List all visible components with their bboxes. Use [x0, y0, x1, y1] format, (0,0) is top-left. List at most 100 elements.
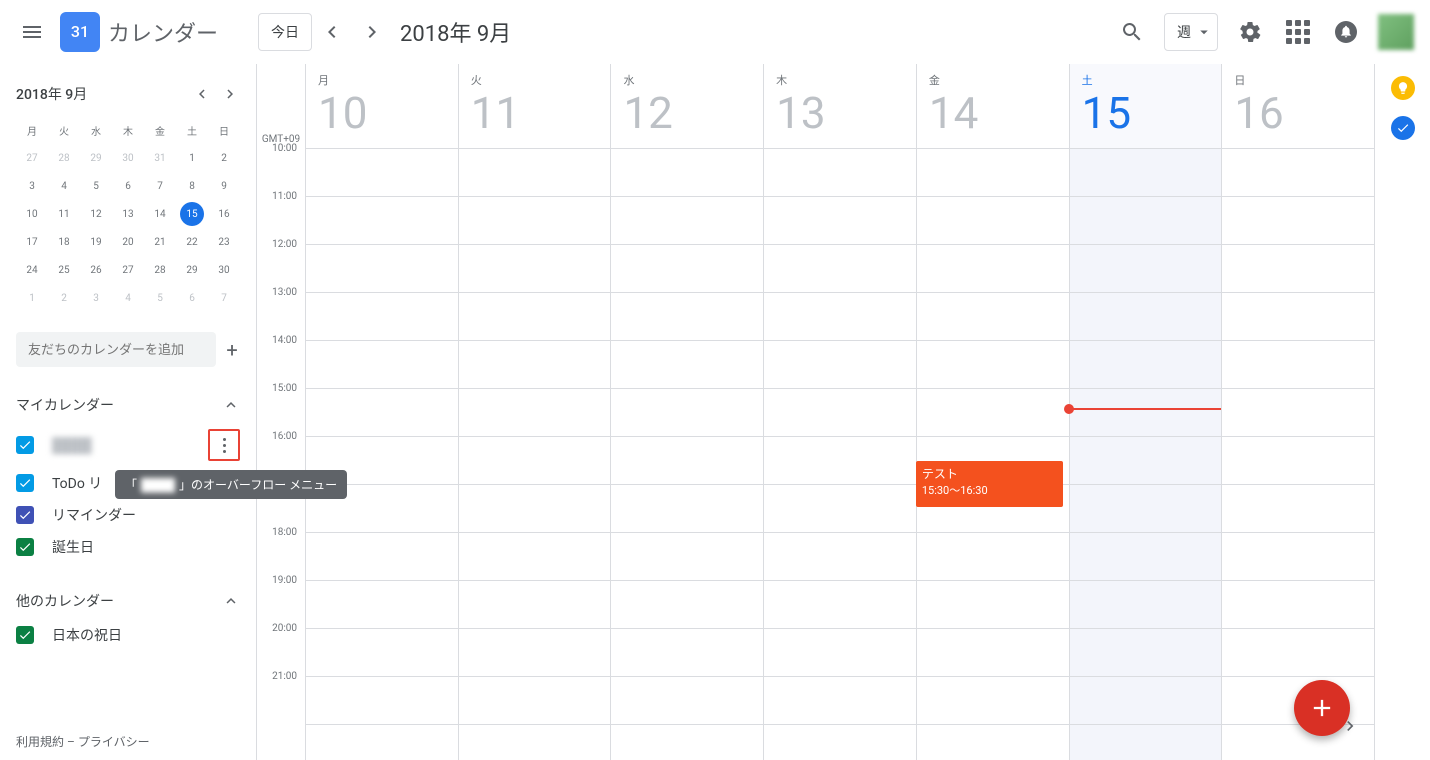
calendar-grid-cell[interactable] — [610, 725, 763, 760]
calendar-grid-cell[interactable] — [1069, 149, 1222, 196]
calendar-grid-cell[interactable] — [916, 149, 1069, 196]
calendar-grid-cell[interactable] — [305, 725, 458, 760]
calendar-grid-cell[interactable] — [763, 677, 916, 724]
mini-calendar-day[interactable]: 6 — [112, 172, 144, 200]
calendar-checkbox[interactable] — [16, 626, 34, 644]
calendar-grid-cell[interactable] — [916, 245, 1069, 292]
calendar-grid-cell[interactable] — [1221, 389, 1374, 436]
mini-calendar-day[interactable]: 19 — [80, 228, 112, 256]
calendar-grid-cell[interactable] — [916, 725, 1069, 760]
mini-calendar-day[interactable]: 1 — [16, 284, 48, 312]
mini-calendar-day[interactable]: 6 — [176, 284, 208, 312]
calendar-list-item[interactable]: 日本の祝日 — [16, 619, 256, 651]
calendar-grid-cell[interactable] — [916, 341, 1069, 388]
mini-calendar-day[interactable]: 5 — [144, 284, 176, 312]
calendar-event[interactable]: テスト15:30～16:30 — [916, 461, 1063, 507]
calendar-checkbox[interactable] — [16, 436, 34, 454]
calendar-grid-cell[interactable] — [1069, 197, 1222, 244]
day-column-header[interactable]: 日16 — [1221, 64, 1374, 148]
mini-calendar-day[interactable]: 27 — [112, 256, 144, 284]
calendar-grid-cell[interactable] — [610, 677, 763, 724]
calendar-grid-cell[interactable] — [763, 389, 916, 436]
mini-calendar-day[interactable]: 18 — [48, 228, 80, 256]
calendar-grid-cell[interactable] — [458, 485, 611, 532]
calendar-grid-cell[interactable] — [1069, 485, 1222, 532]
mini-calendar-prev-button[interactable] — [188, 80, 216, 108]
my-calendars-section-header[interactable]: マイカレンダー — [16, 387, 256, 423]
search-button[interactable] — [1108, 8, 1156, 56]
mini-calendar-day[interactable]: 25 — [48, 256, 80, 284]
calendar-grid-cell[interactable] — [458, 341, 611, 388]
mini-calendar-day[interactable]: 2 — [48, 284, 80, 312]
mini-calendar-day[interactable]: 20 — [112, 228, 144, 256]
mini-calendar-day[interactable]: 3 — [80, 284, 112, 312]
calendar-grid-cell[interactable] — [1221, 629, 1374, 676]
calendar-grid-cell[interactable] — [458, 293, 611, 340]
calendar-grid-cell[interactable] — [763, 725, 916, 760]
prev-period-button[interactable] — [312, 12, 352, 52]
calendar-grid-cell[interactable] — [916, 533, 1069, 580]
calendar-grid-cell[interactable] — [1069, 629, 1222, 676]
calendar-grid-cell[interactable] — [763, 581, 916, 628]
calendar-list-item[interactable]: ████ — [16, 423, 256, 467]
calendar-grid-cell[interactable] — [1069, 341, 1222, 388]
mini-calendar-day[interactable]: 30 — [112, 144, 144, 172]
mini-calendar-day[interactable]: 14 — [144, 200, 176, 228]
calendar-grid-cell[interactable] — [916, 629, 1069, 676]
calendar-grid-cell[interactable] — [610, 485, 763, 532]
calendar-grid-cell[interactable] — [305, 341, 458, 388]
mini-calendar-day[interactable]: 24 — [16, 256, 48, 284]
next-period-button[interactable] — [352, 12, 392, 52]
calendar-grid-cell[interactable] — [1221, 533, 1374, 580]
calendar-grid-cell[interactable] — [458, 629, 611, 676]
calendar-grid-cell[interactable] — [458, 389, 611, 436]
mini-calendar-day[interactable]: 13 — [112, 200, 144, 228]
mini-calendar-day[interactable]: 8 — [176, 172, 208, 200]
calendar-grid-cell[interactable] — [305, 149, 458, 196]
calendar-grid-cell[interactable] — [305, 389, 458, 436]
mini-calendar-day[interactable]: 31 — [144, 144, 176, 172]
day-column-header[interactable]: 土15 — [1069, 64, 1222, 148]
calendar-grid-cell[interactable] — [610, 533, 763, 580]
add-friend-calendar-input[interactable] — [16, 332, 216, 367]
tasks-addon-icon[interactable] — [1391, 116, 1415, 140]
day-column-header[interactable]: 金14 — [916, 64, 1069, 148]
mini-calendar-day[interactable]: 10 — [16, 200, 48, 228]
calendar-grid-cell[interactable] — [610, 293, 763, 340]
calendar-grid-cell[interactable] — [916, 197, 1069, 244]
today-button[interactable]: 今日 — [258, 13, 312, 51]
calendar-grid-cell[interactable] — [610, 389, 763, 436]
calendar-grid-cell[interactable] — [916, 293, 1069, 340]
mini-calendar-day[interactable]: 9 — [208, 172, 240, 200]
footer-links[interactable]: 利用規約 – プライバシー — [16, 733, 150, 750]
calendar-grid-cell[interactable] — [610, 197, 763, 244]
calendar-grid-cell[interactable] — [1221, 485, 1374, 532]
calendar-grid-cell[interactable] — [1069, 389, 1222, 436]
calendar-grid-cell[interactable] — [305, 197, 458, 244]
calendar-list-item[interactable]: 誕生日 — [16, 531, 256, 563]
calendar-grid-cell[interactable] — [1069, 437, 1222, 484]
calendar-grid-cell[interactable] — [1221, 293, 1374, 340]
add-calendar-button[interactable]: + — [224, 334, 240, 366]
calendar-checkbox[interactable] — [16, 506, 34, 524]
calendar-grid-cell[interactable] — [458, 533, 611, 580]
mini-calendar-day[interactable]: 16 — [208, 200, 240, 228]
mini-calendar-day[interactable]: 30 — [208, 256, 240, 284]
other-calendars-section-header[interactable]: 他のカレンダー — [16, 583, 256, 619]
mini-calendar-day[interactable]: 7 — [144, 172, 176, 200]
calendar-grid-cell[interactable] — [763, 485, 916, 532]
calendar-grid-cell[interactable] — [610, 629, 763, 676]
mini-calendar-day[interactable]: 15 — [176, 200, 208, 228]
calendar-grid-cell[interactable] — [1069, 245, 1222, 292]
mini-calendar-day[interactable]: 1 — [176, 144, 208, 172]
account-avatar[interactable] — [1378, 14, 1414, 50]
calendar-grid-cell[interactable] — [305, 629, 458, 676]
day-column-header[interactable]: 水12 — [610, 64, 763, 148]
mini-calendar-day[interactable]: 27 — [16, 144, 48, 172]
calendar-grid-cell[interactable] — [1221, 437, 1374, 484]
calendar-grid-cell[interactable] — [610, 245, 763, 292]
mini-calendar-day[interactable]: 2 — [208, 144, 240, 172]
calendar-grid-cell[interactable] — [763, 245, 916, 292]
calendar-list-item[interactable]: リマインダー — [16, 499, 256, 531]
calendar-overflow-menu-button[interactable] — [208, 429, 240, 461]
